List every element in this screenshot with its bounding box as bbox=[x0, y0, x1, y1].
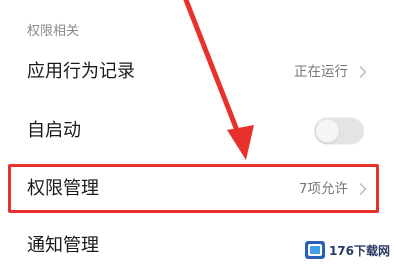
row-label: 通知管理 bbox=[27, 235, 99, 256]
row-value: 正在运行 bbox=[294, 64, 348, 80]
chevron-right-icon bbox=[359, 66, 367, 78]
settings-row-auto-start: 自启动 bbox=[0, 105, 396, 157]
176-logo-icon bbox=[304, 241, 325, 259]
row-label: 自启动 bbox=[27, 120, 81, 141]
watermark-text: 176下载网 bbox=[328, 243, 390, 258]
toggle-knob bbox=[316, 119, 339, 143]
settings-row-app-behavior-log[interactable]: 应用行为记录 正在运行 bbox=[0, 46, 396, 98]
watermark: 176下载网 bbox=[303, 238, 392, 262]
row-label: 应用行为记录 bbox=[27, 61, 135, 82]
highlight-box bbox=[8, 164, 379, 213]
section-header: 权限相关 bbox=[27, 24, 80, 39]
auto-start-toggle[interactable] bbox=[314, 117, 364, 145]
